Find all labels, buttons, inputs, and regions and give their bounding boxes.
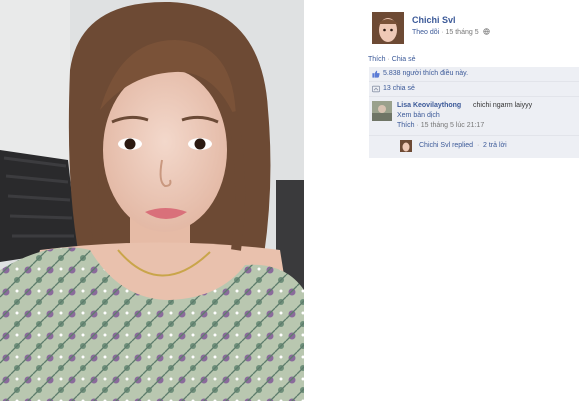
shares-count[interactable]: 13 chia sẻ [383, 85, 415, 92]
shares-summary: 13 chia sẻ [369, 82, 579, 97]
share-icon [372, 85, 380, 93]
post-photo[interactable] [0, 0, 304, 401]
thumbs-up-icon [372, 70, 380, 78]
comment-text: chichi ngarm laiyyy [473, 102, 533, 109]
comment-timestamp[interactable]: 15 tháng 5 lúc 21:17 [421, 122, 484, 129]
author-name[interactable]: Chichi Svl [412, 15, 456, 25]
meta-separator: · [441, 29, 444, 36]
reply-author[interactable]: Chichi Svl replied [419, 142, 473, 149]
commenter-name[interactable]: Lisa Keovilaythong [397, 102, 461, 109]
comment-meta-separator: · [416, 122, 419, 129]
commenter-avatar-image [372, 101, 392, 121]
replies-summary: Chichi Svl replied · 2 trả lời [369, 136, 579, 158]
see-translation-link[interactable]: Xem bản dịch [397, 112, 440, 119]
post-meta: Theo dõi · 15 tháng 5 [412, 28, 490, 36]
like-link[interactable]: Thích [368, 56, 386, 63]
post-sidebar: Chichi Svl Theo dõi · 15 tháng 5 Thích ·… [364, 0, 580, 401]
likes-summary: 5.838 người thích điều này. [369, 67, 579, 82]
comment-meta: Thích · 15 tháng 5 lúc 21:17 [397, 122, 484, 129]
portrait-image [0, 0, 304, 401]
reply-avatar [400, 140, 412, 152]
share-link[interactable]: Chia sẻ [392, 56, 416, 63]
comment-item: Lisa Keovilaythong chichi ngarm laiyyy X… [369, 97, 579, 136]
follow-link[interactable]: Theo dõi [412, 29, 439, 36]
reply-count-link[interactable]: 2 trả lời [483, 142, 507, 149]
post-date[interactable]: 15 tháng 5 [446, 29, 479, 36]
reply-avatar-image [400, 140, 412, 152]
commenter-avatar[interactable] [372, 101, 392, 121]
reply-separator: · [477, 142, 480, 149]
author-avatar[interactable] [372, 12, 404, 44]
comment-like-link[interactable]: Thích [397, 122, 415, 129]
author-avatar-image [372, 12, 404, 44]
post-actions: Thích · Chia sẻ [368, 56, 416, 63]
likes-count[interactable]: 5.838 người thích điều này. [383, 70, 468, 77]
globe-icon [482, 28, 490, 35]
post-header: Chichi Svl Theo dõi · 15 tháng 5 [372, 12, 572, 48]
actions-separator: · [387, 56, 390, 63]
